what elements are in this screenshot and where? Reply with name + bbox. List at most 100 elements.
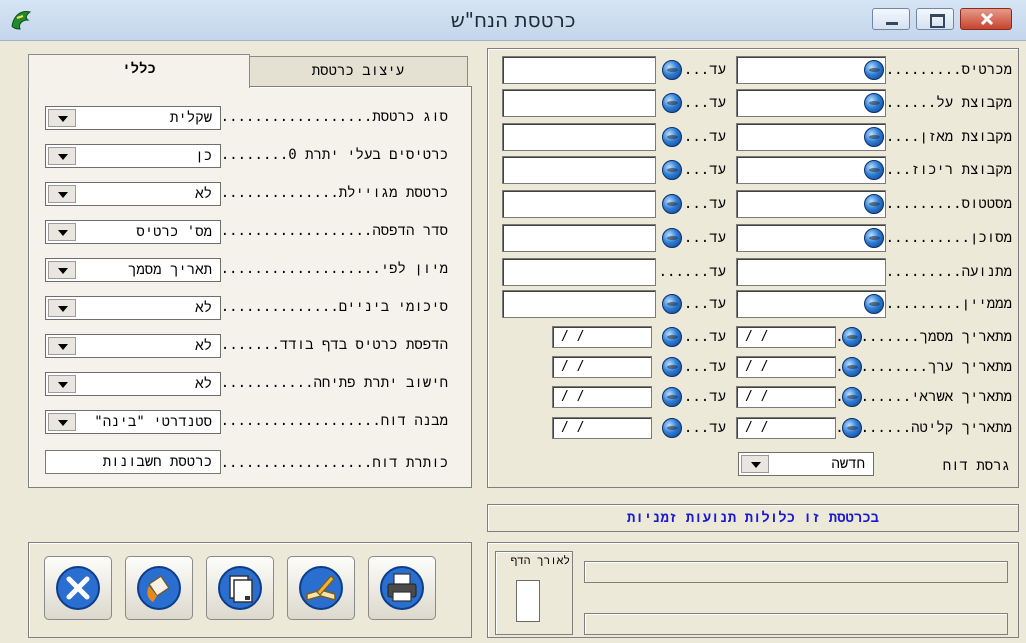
option-select[interactable]: לא — [45, 296, 221, 320]
chevron-down-icon[interactable] — [48, 337, 76, 355]
range-row-label-text: מתאריך אשראי — [911, 389, 1012, 405]
copy-pages-icon — [218, 566, 262, 610]
range-to-leader: ... — [683, 329, 710, 345]
lookup-globe-icon[interactable] — [842, 418, 862, 438]
lookup-globe-icon[interactable] — [662, 294, 682, 314]
range-from-input[interactable]: / / — [736, 356, 836, 378]
range-to-input[interactable]: / / — [552, 386, 652, 408]
chevron-down-icon[interactable] — [48, 109, 76, 127]
lookup-globe-icon[interactable] — [662, 60, 682, 80]
option-select[interactable]: מס' כרטיס — [45, 220, 221, 244]
page-width-box: לאורך הדף — [495, 551, 573, 635]
lookup-globe-icon[interactable] — [662, 418, 682, 438]
range-to-input[interactable] — [502, 290, 656, 318]
tab-general[interactable]: כללי — [28, 54, 250, 88]
copy-button[interactable] — [206, 556, 274, 620]
chevron-down-icon[interactable] — [48, 375, 76, 393]
option-select[interactable]: לא — [45, 334, 221, 358]
print-button[interactable] — [368, 556, 436, 620]
lookup-globe-icon[interactable] — [864, 93, 884, 113]
minimize-button[interactable] — [872, 8, 910, 30]
chevron-down-icon[interactable] — [741, 455, 769, 473]
option-label: חישוב יתרת פתיחה...................... — [218, 375, 448, 392]
range-from-value: / / — [745, 389, 769, 404]
lookup-globe-icon[interactable] — [864, 60, 884, 80]
range-from-input[interactable]: / / — [736, 326, 836, 348]
close-button-large[interactable] — [44, 556, 112, 620]
range-row-label-text: מקבוצת ריכוז — [911, 162, 1012, 178]
option-value: לא — [195, 300, 212, 316]
lookup-globe-icon[interactable] — [662, 387, 682, 407]
range-to-input[interactable] — [502, 123, 656, 151]
lookup-globe-icon[interactable] — [842, 327, 862, 347]
option-label-text: הדפסת כרטיס בדף בודד — [279, 337, 448, 353]
lookup-globe-icon[interactable] — [842, 387, 862, 407]
report-version-select[interactable]: חדשה — [738, 452, 874, 476]
range-to-label: עד... — [684, 230, 726, 247]
range-to-label: עד... — [683, 329, 726, 346]
range-to-value: / / — [561, 420, 585, 435]
range-from-input[interactable]: / / — [736, 386, 836, 408]
lookup-globe-icon[interactable] — [662, 228, 682, 248]
chevron-down-icon[interactable] — [48, 185, 76, 203]
close-circle-icon — [56, 566, 100, 610]
option-select[interactable]: לא — [45, 182, 221, 206]
close-button[interactable] — [960, 8, 1012, 30]
option-label-text: סדר הדפסה — [372, 223, 448, 239]
range-to-label-text: עד — [709, 264, 726, 280]
option-select[interactable]: לא — [45, 372, 221, 396]
edit-button[interactable] — [287, 556, 355, 620]
option-label: מבנה דוח...................... — [218, 413, 448, 430]
range-to-input[interactable]: / / — [552, 326, 652, 348]
range-to-label: עד... — [684, 296, 726, 313]
lookup-globe-icon[interactable] — [864, 228, 884, 248]
progress-bar-1 — [584, 561, 1008, 583]
range-from-input[interactable] — [736, 258, 886, 286]
chevron-down-icon[interactable] — [48, 413, 76, 431]
chevron-down-icon[interactable] — [48, 299, 76, 317]
range-to-input[interactable] — [502, 258, 656, 286]
chevron-down-icon[interactable] — [48, 261, 76, 279]
range-row-label-text: מתאריך ערך — [927, 359, 1012, 375]
range-to-input[interactable]: / / — [552, 356, 652, 378]
option-select[interactable]: כן — [45, 144, 221, 168]
option-select[interactable]: סטנדרטי "בינה" — [45, 410, 221, 434]
range-to-label-text: עד — [709, 129, 726, 145]
range-to-input[interactable] — [502, 190, 656, 218]
range-to-input[interactable] — [502, 224, 656, 252]
range-to-input[interactable]: / / — [552, 417, 652, 439]
chevron-down-icon[interactable] — [48, 147, 76, 165]
lookup-globe-icon[interactable] — [662, 93, 682, 113]
range-to-label: עד... — [684, 420, 726, 437]
tab-card-design[interactable]: עיצוב כרטסת — [248, 56, 468, 86]
option-label-text: כרטסת מגויילת — [338, 185, 448, 201]
option-select[interactable]: שקלית — [45, 106, 221, 130]
lookup-globe-icon[interactable] — [662, 194, 682, 214]
option-select[interactable]: תאריך מסמך — [45, 258, 221, 282]
range-to-input[interactable] — [502, 56, 656, 84]
lookup-globe-icon[interactable] — [864, 160, 884, 180]
range-from-input[interactable]: / / — [736, 417, 836, 439]
lookup-globe-icon[interactable] — [864, 194, 884, 214]
report-title-input[interactable]: כרטסת חשבונות — [45, 450, 221, 474]
clear-button[interactable] — [125, 556, 193, 620]
maximize-button[interactable] — [916, 8, 954, 30]
range-to-input[interactable] — [502, 89, 656, 117]
lookup-globe-icon[interactable] — [864, 294, 884, 314]
option-label: כרטסת מגויילת...................... — [218, 185, 448, 202]
lookup-globe-icon[interactable] — [864, 127, 884, 147]
range-row-label-text: מתאריך קליטה — [911, 420, 1012, 436]
lookup-globe-icon[interactable] — [662, 357, 682, 377]
chevron-down-icon[interactable] — [48, 223, 76, 241]
range-to-leader: ... — [683, 95, 710, 111]
range-to-input[interactable] — [502, 156, 656, 184]
lookup-globe-icon[interactable] — [662, 127, 682, 147]
page-width-label: לאורך הדף — [510, 554, 570, 567]
lookup-globe-icon[interactable] — [662, 327, 682, 347]
lookup-globe-icon[interactable] — [842, 357, 862, 377]
lookup-globe-icon[interactable] — [662, 160, 682, 180]
range-to-label-text: עד — [709, 230, 726, 246]
minimize-icon — [886, 22, 898, 25]
range-to-value: / / — [561, 359, 585, 374]
page-orientation-preview[interactable] — [516, 580, 540, 622]
